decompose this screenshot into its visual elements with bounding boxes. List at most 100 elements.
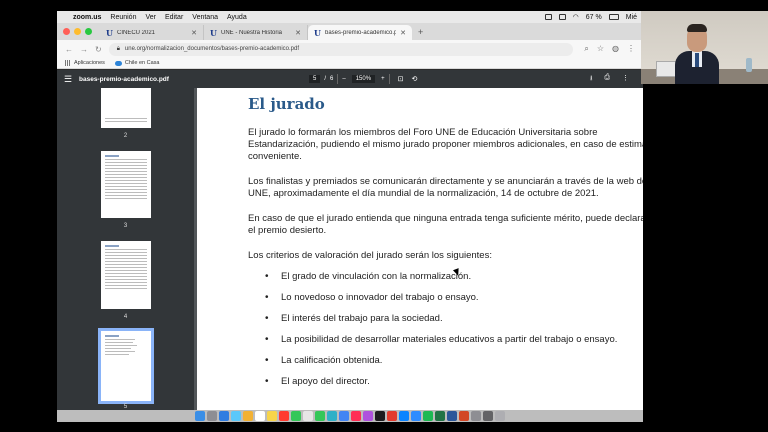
toolbar-divider <box>388 74 390 84</box>
zoom-in-button[interactable]: + <box>381 76 385 82</box>
water-bottle-icon <box>746 58 752 72</box>
address-bar[interactable]: 🔒︎ une.org/normalizacion_documentos/base… <box>108 42 574 56</box>
document-paragraph: Los finalistas y premiados se comunicará… <box>248 176 643 199</box>
back-icon[interactable]: ← <box>65 45 73 54</box>
launchpad-icon[interactable] <box>207 411 217 421</box>
tab-cinecu[interactable]: U CINECU 2021 ✕ <box>100 25 204 40</box>
facetime-icon[interactable] <box>327 411 337 421</box>
rotate-icon[interactable]: ⟲ <box>411 75 417 83</box>
safari-icon[interactable] <box>219 411 229 421</box>
new-tab-icon[interactable]: + <box>418 25 423 40</box>
thumbnail-sidebar[interactable]: 2 3 4 5 <box>57 88 194 410</box>
thumbnail-page-number: 3 <box>123 223 128 229</box>
extension-icon[interactable]: ◍ <box>612 44 619 54</box>
menu-item-reunion[interactable]: Reunión <box>110 14 136 21</box>
status-icon[interactable] <box>544 14 552 20</box>
section-heading: El jurado <box>248 95 325 113</box>
maps-icon[interactable] <box>291 411 301 421</box>
thumbnail-page-number: 2 <box>123 133 128 139</box>
word-icon[interactable] <box>447 411 457 421</box>
app-store-icon[interactable] <box>399 411 409 421</box>
messages-icon[interactable] <box>315 411 325 421</box>
zoom-controls: – 150% + <box>342 75 385 83</box>
apps-grid-icon <box>65 60 71 66</box>
close-tab-icon[interactable]: ✕ <box>191 29 197 37</box>
zoom-icon[interactable] <box>411 411 421 421</box>
bookmark-aplicaciones[interactable]: Aplicaciones <box>65 60 105 66</box>
window-controls <box>63 23 92 40</box>
cloud-icon <box>114 60 122 66</box>
system-preferences-icon[interactable] <box>471 411 481 421</box>
wifi-icon[interactable]: ◠ <box>573 13 579 21</box>
zoom-out-button[interactable]: – <box>342 76 345 82</box>
bookmark-label: Aplicaciones <box>74 60 105 66</box>
downloads-icon[interactable] <box>483 411 493 421</box>
download-icon[interactable]: ⭳ <box>590 74 592 85</box>
minimize-window-icon[interactable] <box>74 28 81 35</box>
finder-icon[interactable] <box>195 411 205 421</box>
tab-label: bases-premio-academico.pdf <box>324 29 397 36</box>
une-favicon-icon: U <box>210 27 217 38</box>
music-icon[interactable] <box>351 411 361 421</box>
forward-icon[interactable]: → <box>80 45 88 54</box>
une-favicon-icon: U <box>314 27 321 38</box>
photos-icon[interactable] <box>303 411 313 421</box>
une-favicon-icon: U <box>106 27 113 38</box>
menu-clock-day[interactable]: Mié <box>626 14 637 21</box>
page-thumbnail-selected[interactable] <box>98 328 154 404</box>
menu-item-ver[interactable]: Ver <box>145 14 156 21</box>
zoom-level[interactable]: 150% <box>351 75 376 83</box>
browser-tab-strip: U CINECU 2021 ✕ U UNE - Nuestra Historia… <box>57 23 643 40</box>
zoom-window-icon[interactable] <box>85 28 92 35</box>
reminders-icon[interactable] <box>279 411 289 421</box>
powerpoint-icon[interactable] <box>459 411 469 421</box>
bookmark-chile-en-casa[interactable]: Chile en Casa <box>114 60 159 66</box>
address-url: une.org/normalizacion_documentos/bases-p… <box>124 46 299 52</box>
spotify-icon[interactable] <box>423 411 433 421</box>
excel-icon[interactable] <box>435 411 445 421</box>
pdf-viewer: 2 3 4 5 El jurado El jurado lo formarán … <box>57 88 643 410</box>
mail-icon[interactable] <box>231 411 241 421</box>
battery-icon[interactable] <box>608 14 619 20</box>
menu-item-ayuda[interactable]: Ayuda <box>227 14 247 21</box>
close-tab-icon[interactable]: ✕ <box>400 29 406 37</box>
search-icon[interactable]: ⌕ <box>584 44 588 54</box>
page-thumbnail[interactable] <box>101 241 151 309</box>
notes-icon[interactable] <box>267 411 277 421</box>
pdf-toolbar: ☰ bases-premio-academico.pdf 5 / 6 – 150… <box>57 70 643 88</box>
page-thumbnail[interactable] <box>101 88 151 128</box>
more-menu-icon[interactable]: ⋮ <box>627 44 635 54</box>
menu-item-editar[interactable]: Editar <box>165 14 183 21</box>
bookmarks-bar: Aplicaciones Chile en Casa <box>57 58 643 69</box>
hamburger-menu-icon[interactable]: ☰ <box>57 74 79 85</box>
status-icon[interactable] <box>558 14 566 20</box>
menu-app-name[interactable]: zoom.us <box>73 14 101 21</box>
calendar-icon[interactable] <box>255 411 265 421</box>
document-paragraph: El jurado lo formarán los miembros del F… <box>248 127 643 162</box>
tv-icon[interactable] <box>375 411 385 421</box>
tab-bases-pdf[interactable]: U bases-premio-academico.pdf ✕ <box>308 25 412 40</box>
page-separator: / <box>324 76 327 82</box>
trash-icon[interactable] <box>495 411 505 421</box>
criteria-list: El grado de vinculación con la normaliza… <box>248 271 643 388</box>
menu-item-ventana[interactable]: Ventana <box>192 14 218 21</box>
page-navigator: 5 / 6 <box>309 75 333 83</box>
fit-page-icon[interactable]: ⊡ <box>398 75 404 83</box>
participant-video <box>641 11 768 84</box>
close-window-icon[interactable] <box>63 28 70 35</box>
chrome-icon[interactable] <box>339 411 349 421</box>
print-icon[interactable]: ⎙ <box>604 74 610 85</box>
acrobat-icon[interactable] <box>387 411 397 421</box>
current-page-input[interactable]: 5 <box>309 75 321 83</box>
podcasts-icon[interactable] <box>363 411 373 421</box>
close-tab-icon[interactable]: ✕ <box>295 29 301 37</box>
reload-icon[interactable]: ↻ <box>95 45 102 54</box>
pdf-page[interactable]: El jurado El jurado lo formarán los miem… <box>197 88 643 410</box>
contacts-icon[interactable] <box>243 411 253 421</box>
battery-percent[interactable]: 67 % <box>586 14 602 21</box>
tab-une-historia[interactable]: U UNE - Nuestra Historia ✕ <box>204 25 308 40</box>
bookmark-star-icon[interactable]: ☆ <box>597 44 604 54</box>
more-options-icon[interactable]: ⋮ <box>622 74 629 85</box>
page-thumbnail[interactable] <box>101 151 151 218</box>
mac-dock <box>57 410 643 422</box>
